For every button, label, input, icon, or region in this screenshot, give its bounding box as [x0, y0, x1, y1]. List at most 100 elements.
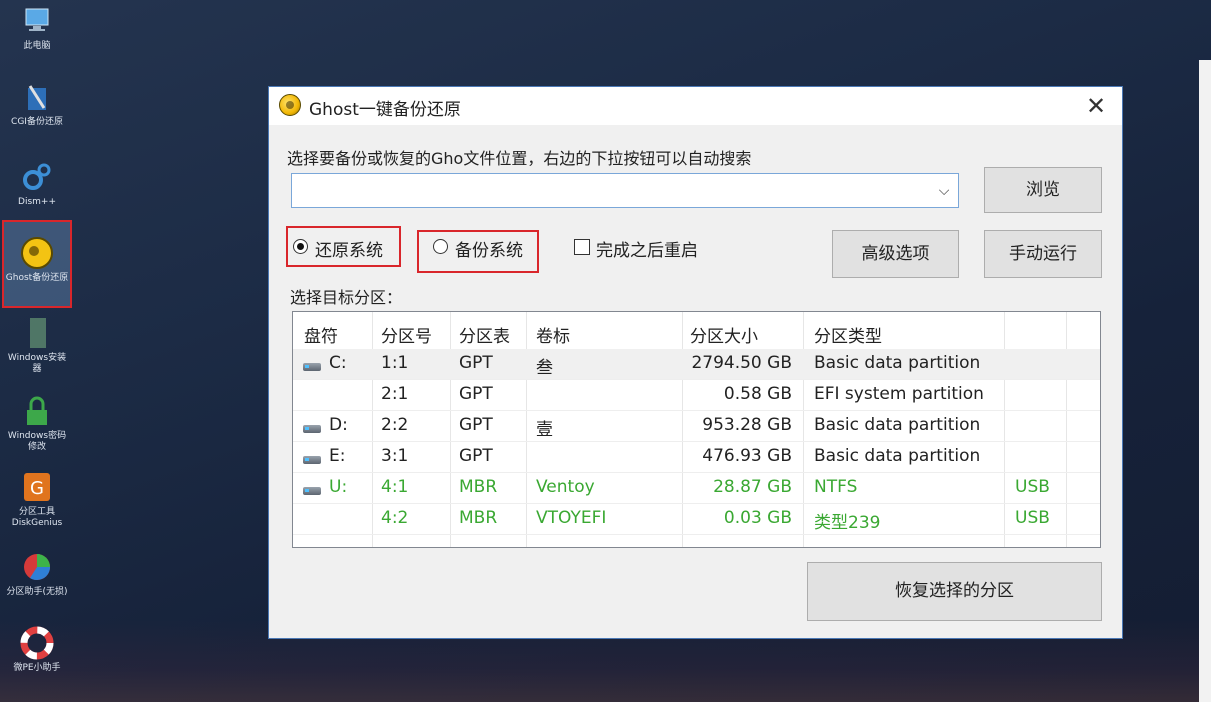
restart-checkbox-label[interactable]: 完成之后重启: [596, 236, 698, 261]
desktop-icon-label: 微PE小助手: [13, 663, 61, 673]
backup-radio-label[interactable]: 备份系统: [455, 236, 523, 261]
desktop-icon-this-pc[interactable]: 此电脑: [4, 4, 70, 52]
title-bar[interactable]: Ghost一键备份还原 ✕: [269, 87, 1122, 125]
cell-partition-number: 2:1: [381, 384, 409, 404]
table-row[interactable]: 4:2 MBR VTOYEFI 0.03 GB 类型239 USB: [293, 504, 1100, 535]
desktop-icon-label: Ghost备份还原: [5, 273, 69, 283]
desktop-icon-label: Dism++: [18, 197, 56, 207]
desktop-icon-label: 分区工具DiskGenius: [11, 507, 63, 528]
desktop-icon-label: CGI备份还原: [11, 117, 63, 127]
header-drive[interactable]: 盘符: [304, 322, 338, 347]
advanced-options-button[interactable]: 高级选项: [832, 230, 959, 278]
cell-partition-size: 953.28 GB: [702, 415, 792, 435]
restore-partition-button[interactable]: 恢复选择的分区: [807, 562, 1102, 621]
desktop-icon-windows-installer[interactable]: Windows安装器: [4, 316, 70, 375]
cell-bus: USB: [1015, 508, 1050, 528]
desktop-icon-ghost-backup[interactable]: Ghost备份还原: [2, 220, 72, 308]
computer-icon: [20, 4, 54, 38]
desktop-icon-label: Windows安装器: [7, 353, 67, 374]
chevron-down-icon[interactable]: ⌵: [934, 180, 954, 202]
table-row[interactable]: 2:1 GPT 0.58 GB EFI system partition: [293, 380, 1100, 411]
screen-edge-strip: [1199, 60, 1211, 702]
cell-volume-label: 壹: [536, 420, 553, 440]
desktop-icon-label: 此电脑: [23, 41, 51, 51]
installer-icon: [20, 316, 54, 350]
cell-drive: C:: [329, 353, 347, 373]
cgi-tool-icon: [20, 80, 54, 114]
cell-partition-type: NTFS: [814, 477, 858, 497]
restore-radio[interactable]: [293, 239, 308, 254]
cell-partition-size: 0.03 GB: [723, 508, 792, 528]
row-divider: [293, 534, 1100, 535]
cell-partition-type: Basic data partition: [814, 353, 981, 373]
cell-drive: D:: [329, 415, 348, 435]
cell-partition-type: Basic data partition: [814, 415, 981, 435]
header-partition-size[interactable]: 分区大小: [690, 322, 758, 347]
cell-volume-label: 叁: [536, 358, 553, 378]
diskgenius-icon: G: [20, 470, 54, 504]
desktop-icon-cgi-backup[interactable]: CGI备份还原: [4, 80, 70, 128]
manual-run-button[interactable]: 手动运行: [984, 230, 1102, 278]
backup-radio[interactable]: [433, 239, 448, 254]
header-partition-number[interactable]: 分区号: [381, 322, 432, 347]
cell-partition-type: Basic data partition: [814, 446, 981, 466]
cell-bus: USB: [1015, 477, 1050, 497]
table-row[interactable]: C: 1:1 GPT 叁 2794.50 GB Basic data partition: [293, 349, 1100, 380]
cell-partition-table: GPT: [459, 415, 493, 435]
table-row[interactable]: D: 2:2 GPT 壹 953.28 GB Basic data partition: [293, 411, 1100, 442]
ghost-icon: [20, 236, 54, 270]
close-button[interactable]: ✕: [1081, 91, 1111, 121]
header-volume-label[interactable]: 卷标: [536, 322, 570, 347]
cell-partition-number: 4:1: [381, 477, 409, 497]
pie-disk-icon: [20, 550, 54, 584]
cell-partition-size: 0.58 GB: [723, 384, 792, 404]
cell-volume-label: Ventoy: [536, 477, 595, 497]
header-partition-type[interactable]: 分区类型: [814, 322, 882, 347]
cell-volume-label: VTOYEFI: [536, 508, 607, 528]
gho-path-combobox[interactable]: ⌵: [291, 173, 959, 208]
cell-partition-table: GPT: [459, 384, 493, 404]
cell-partition-number: 4:2: [381, 508, 409, 528]
cell-partition-table: GPT: [459, 353, 493, 373]
cell-partition-table: GPT: [459, 446, 493, 466]
cell-partition-number: 3:1: [381, 446, 409, 466]
cell-partition-number: 1:1: [381, 353, 409, 373]
cell-partition-type: 类型239: [814, 513, 881, 533]
restart-checkbox[interactable]: [574, 239, 590, 255]
partition-table: 盘符 分区号 分区表 卷标 分区大小 分区类型 C: 1:1 GPT 叁 2794.50…: [292, 311, 1101, 548]
drive-icon: [303, 363, 321, 371]
cell-drive: E:: [329, 446, 346, 466]
drive-icon: [303, 425, 321, 433]
cell-partition-size: 2794.50 GB: [691, 353, 792, 373]
table-row[interactable]: E: 3:1 GPT 476.93 GB Basic data partition: [293, 442, 1100, 473]
cell-partition-type: EFI system partition: [814, 384, 984, 404]
cell-drive: U:: [329, 477, 348, 497]
target-partition-label: 选择目标分区：: [290, 288, 403, 307]
window-title: Ghost一键备份还原: [309, 100, 461, 120]
cell-partition-size: 476.93 GB: [702, 446, 792, 466]
drive-icon: [303, 487, 321, 495]
browse-button[interactable]: 浏览: [984, 167, 1102, 213]
drive-icon: [303, 456, 321, 464]
cell-partition-size: 28.87 GB: [713, 477, 792, 497]
ghost-app-icon: [279, 94, 301, 116]
desktop-icon-partition-assistant[interactable]: 分区助手(无损): [4, 550, 70, 598]
header-partition-table[interactable]: 分区表: [459, 322, 510, 347]
ghost-backup-window: Ghost一键备份还原 ✕ 选择要备份或恢复的Gho文件位置，右边的下拉按钮可以…: [268, 86, 1123, 639]
table-row[interactable]: U: 4:1 MBR Ventoy 28.87 GB NTFS USB: [293, 473, 1100, 504]
desktop-icon-wepe-helper[interactable]: 微PE小助手: [4, 626, 70, 674]
desktop-icon-diskgenius[interactable]: G 分区工具DiskGenius: [4, 470, 70, 529]
gho-location-prompt: 选择要备份或恢复的Gho文件位置，右边的下拉按钮可以自动搜索: [287, 149, 752, 168]
desktop-icon-label: 分区助手(无损): [6, 587, 68, 597]
cell-partition-number: 2:2: [381, 415, 409, 435]
desktop-icon-label: Windows密码修改: [7, 431, 67, 452]
gears-icon: [20, 160, 54, 194]
cell-partition-table: MBR: [459, 508, 498, 528]
svg-text:G: G: [30, 478, 44, 499]
lifebuoy-icon: [20, 626, 54, 660]
lock-icon: [20, 394, 54, 428]
restore-radio-label[interactable]: 还原系统: [315, 236, 383, 261]
desktop-icon-dism[interactable]: Dism++: [4, 160, 70, 208]
cell-partition-table: MBR: [459, 477, 498, 497]
desktop-icon-windows-password[interactable]: Windows密码修改: [4, 394, 70, 453]
